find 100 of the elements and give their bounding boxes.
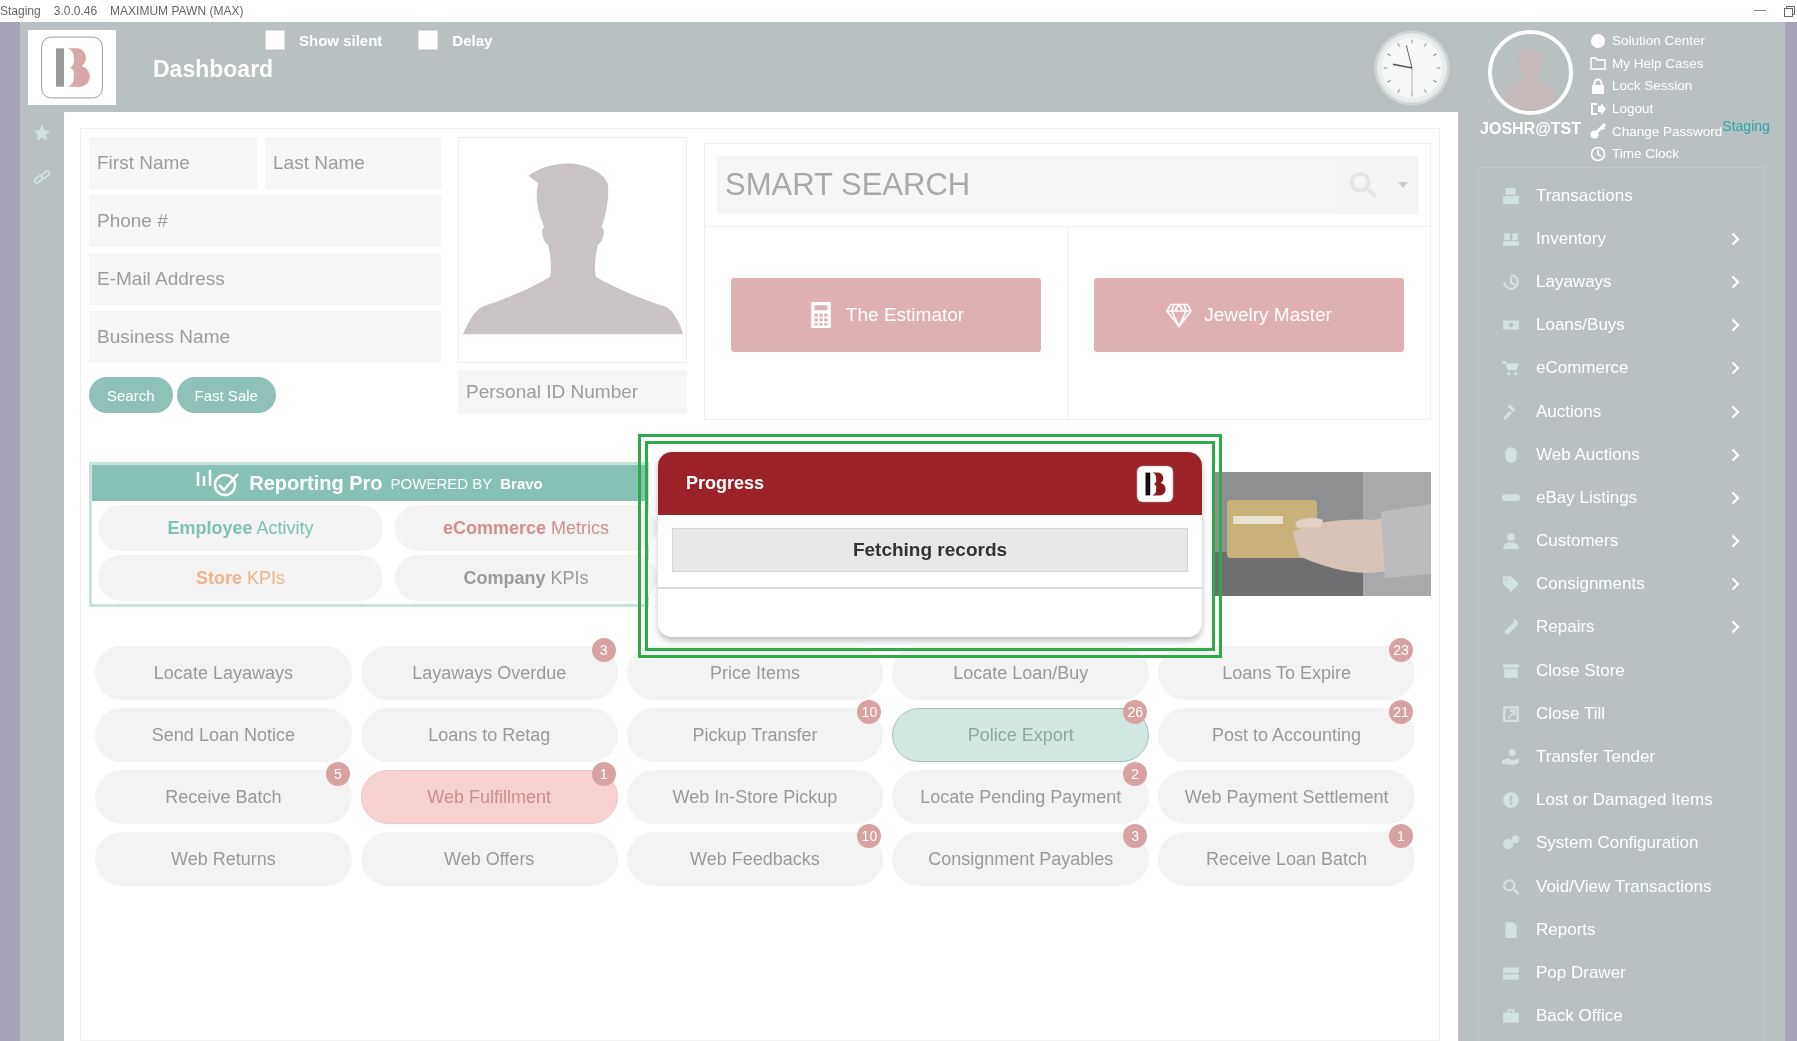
account-link[interactable]: Logout — [1590, 97, 1723, 120]
menu-item[interactable]: Repairs — [1479, 605, 1764, 650]
report-button[interactable]: Store KPIs — [98, 555, 383, 601]
dashboard-tile[interactable]: Web In-Store Pickup — [626, 770, 884, 824]
fast-sale-button[interactable]: Fast Sale — [176, 377, 276, 413]
menu-item[interactable]: Web Auctions — [1479, 433, 1764, 477]
menu-item[interactable]: Close Store — [1479, 649, 1764, 693]
name-field[interactable]: Last Name — [265, 137, 441, 189]
diamond-icon — [1166, 302, 1193, 328]
account-link[interactable]: My Help Cases — [1590, 52, 1723, 75]
briefcase-icon — [1502, 1007, 1520, 1026]
tool-button[interactable]: The Estimator — [731, 278, 1041, 352]
chevron-icon — [1731, 274, 1740, 289]
folder-icon — [1590, 55, 1606, 72]
document-icon — [1502, 920, 1520, 939]
count-badge: 3 — [591, 638, 616, 662]
hand-coin-icon — [1502, 748, 1520, 767]
count-badge: 21 — [1389, 700, 1413, 724]
input-field[interactable]: E-Mail Address — [89, 253, 441, 305]
menu-item[interactable]: System Configuration — [1479, 821, 1764, 865]
menu-item[interactable]: eCommerce — [1479, 346, 1764, 390]
count-badge: 10 — [857, 700, 882, 724]
dashboard-tile[interactable]: Loans to Retag — [360, 708, 618, 762]
link-icon[interactable] — [33, 168, 51, 186]
dashboard-tile[interactable]: Web Offers — [360, 832, 618, 886]
brand-name: Reporting Pro — [249, 471, 383, 495]
app-environment: Staging — [0, 4, 41, 18]
chevron-icon — [1731, 404, 1740, 419]
clock-icon — [1374, 30, 1450, 106]
store-name: MAXIMUM PAWN (MAX) — [110, 4, 244, 18]
caret-icon[interactable] — [1398, 182, 1408, 188]
tool-button[interactable]: Jewelry Master — [1094, 278, 1404, 352]
key-icon — [1590, 123, 1606, 140]
menu-item[interactable]: Inventory — [1479, 217, 1764, 261]
id-field[interactable]: Personal ID Number — [458, 370, 687, 414]
minimize-icon[interactable] — [1754, 10, 1766, 12]
input-field[interactable]: Business Name — [89, 311, 441, 363]
menu-item[interactable]: Lost or Damaged Items — [1479, 778, 1764, 822]
star-icon[interactable] — [33, 124, 51, 142]
checkbox[interactable] — [418, 30, 439, 50]
alert-icon — [1502, 791, 1520, 810]
count-badge: 5 — [325, 762, 350, 786]
menu-item[interactable]: Layaways — [1479, 260, 1764, 304]
environment-label: Staging — [1722, 118, 1770, 134]
menu-item[interactable]: Auctions — [1479, 389, 1764, 434]
menu-item[interactable]: Reports — [1479, 908, 1764, 952]
count-badge: 10 — [857, 824, 882, 848]
account-link[interactable]: Change Password — [1590, 120, 1723, 142]
chevron-icon — [1731, 620, 1740, 635]
arrow-box-icon — [1502, 704, 1520, 723]
report-button[interactable]: Company KPIs — [395, 555, 657, 601]
account-link[interactable]: Time Clock — [1590, 142, 1723, 165]
dashboard-tile[interactable]: Web Returns — [95, 832, 352, 886]
checkbox[interactable] — [265, 30, 285, 50]
name-field[interactable]: First Name — [89, 137, 257, 189]
chevron-icon — [1731, 490, 1740, 505]
app-logo — [1136, 464, 1174, 503]
count-badge: 1 — [1389, 824, 1413, 848]
tag-icon — [1502, 575, 1520, 594]
chevron-icon — [1731, 534, 1740, 549]
clock-icon — [1590, 145, 1606, 162]
chevron-icon — [1731, 447, 1740, 462]
chevron-icon — [1731, 318, 1740, 333]
lock-icon — [1590, 78, 1606, 94]
report-button[interactable]: Employee Activity — [98, 505, 383, 551]
user-avatar[interactable] — [1488, 30, 1573, 115]
report-button[interactable]: eCommerce Metrics — [395, 505, 657, 551]
menu-item[interactable]: Customers — [1479, 519, 1764, 563]
count-badge: 26 — [1123, 700, 1148, 724]
count-badge: 23 — [1389, 638, 1413, 662]
count-badge: 1 — [591, 762, 616, 786]
search-icon — [1502, 877, 1520, 896]
search-button[interactable]: Search — [89, 377, 173, 413]
menu-item[interactable]: Transfer Tender — [1479, 735, 1764, 779]
menu-item[interactable]: Void/View Transactions — [1479, 865, 1764, 909]
chevron-icon — [1731, 231, 1740, 246]
tagline: POWERED BY — [390, 474, 493, 492]
chevron-icon — [1731, 361, 1740, 376]
menu-item[interactable]: Consignments — [1479, 562, 1764, 606]
status-message: Fetching records — [672, 528, 1188, 572]
register-icon — [1502, 186, 1520, 205]
input-field[interactable]: Phone # — [89, 195, 441, 247]
menu-item[interactable]: Back Office — [1479, 994, 1764, 1038]
dashboard-tile[interactable]: Locate Layaways — [95, 646, 352, 700]
restore-icon[interactable] — [1784, 5, 1795, 17]
dashboard-tile[interactable]: Send Loan Notice — [95, 708, 352, 762]
search-field[interactable]: SMART SEARCH — [717, 156, 1338, 214]
chart-check-icon — [195, 468, 242, 498]
account-link[interactable]: Lock Session — [1590, 75, 1723, 97]
account-link[interactable]: Solution Center — [1590, 30, 1723, 52]
history-icon — [1502, 272, 1520, 291]
menu-item[interactable]: Loans/Buys — [1479, 303, 1764, 347]
dashboard-tile[interactable]: Web Payment Settlement — [1158, 770, 1415, 824]
menu-item[interactable]: eBay Listings — [1479, 476, 1764, 520]
checkbox-label: Show silent — [299, 31, 383, 49]
menu-item[interactable]: Close Till — [1479, 692, 1764, 736]
menu-item[interactable]: Pop Drawer — [1479, 951, 1764, 995]
app-version: 3.0.0.46 — [53, 4, 98, 18]
count-badge: 3 — [1123, 824, 1148, 848]
menu-item[interactable]: Transactions — [1479, 174, 1764, 218]
